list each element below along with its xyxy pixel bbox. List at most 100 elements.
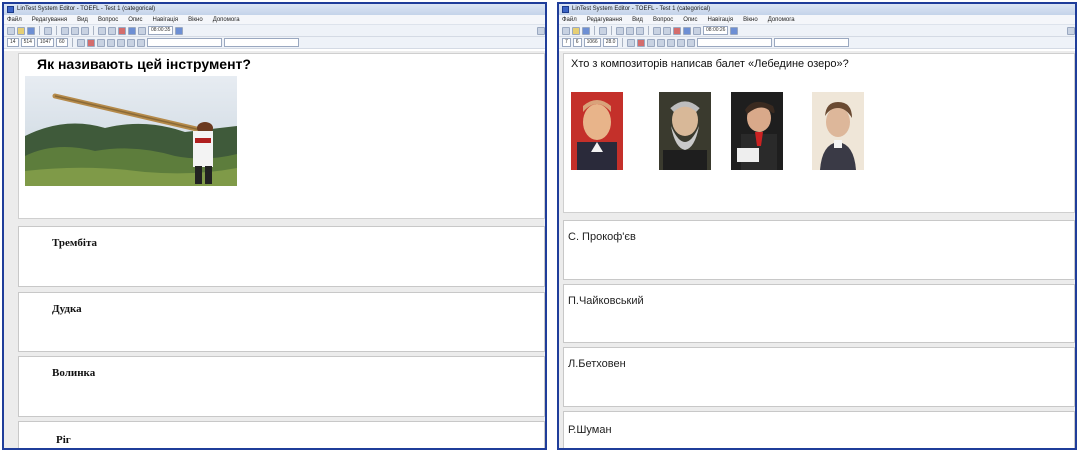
delete-icon[interactable]: [673, 26, 681, 35]
answer-option-4[interactable]: Р.Шуман: [563, 411, 1075, 448]
toolbar-separator: [93, 26, 94, 35]
search-icon[interactable]: [1067, 26, 1075, 35]
time-field[interactable]: 08:00:26: [703, 26, 729, 35]
font-select[interactable]: [223, 38, 299, 47]
grid-icon[interactable]: [116, 38, 125, 47]
align-icon[interactable]: [627, 38, 636, 47]
test-content: Хто з композиторів написав балет «Лебеди…: [559, 51, 1075, 448]
answer-option-3[interactable]: Волинка: [18, 356, 545, 417]
width-field[interactable]: 514: [20, 38, 35, 47]
preview-icon[interactable]: [175, 26, 184, 35]
toolbar-format: 14 514 1047 60: [4, 37, 545, 49]
menu-navigation[interactable]: Навігація: [152, 15, 178, 24]
style-select[interactable]: [146, 38, 222, 47]
answer-label: Р.Шуман: [568, 424, 612, 436]
properties-icon[interactable]: [128, 26, 136, 35]
answer-label: С. Прокоф'єв: [568, 231, 636, 243]
test-content: Як називають цей інструмент? Трембіта Ду…: [4, 51, 545, 448]
table-icon[interactable]: [693, 26, 701, 35]
paste-icon[interactable]: [81, 26, 89, 35]
menu-edit[interactable]: Редагування: [587, 15, 622, 24]
redo-icon[interactable]: [106, 38, 115, 47]
answer-label: П.Чайковський: [568, 295, 644, 307]
answer-option-4[interactable]: Ріг: [18, 421, 545, 448]
new-icon[interactable]: [562, 26, 570, 35]
answer-option-1[interactable]: Трембіта: [18, 226, 545, 287]
menu-file[interactable]: Файл: [7, 15, 22, 24]
menu-help[interactable]: Допомога: [768, 15, 795, 24]
toolbar-separator: [622, 38, 624, 47]
answer-option-1[interactable]: С. Прокоф'єв: [563, 220, 1075, 280]
save-icon[interactable]: [582, 26, 590, 35]
menu-view[interactable]: Вид: [632, 15, 643, 24]
answer-option-2[interactable]: Дудка: [18, 292, 545, 352]
width-field[interactable]: 6: [572, 38, 582, 47]
preview-icon[interactable]: [730, 26, 739, 35]
zoom-field[interactable]: 60: [56, 38, 68, 47]
search-icon[interactable]: [537, 26, 545, 35]
align-icon[interactable]: [76, 38, 85, 47]
undo-icon[interactable]: [96, 38, 105, 47]
toolbar-separator: [39, 26, 40, 35]
redo-icon[interactable]: [657, 38, 666, 47]
open-icon[interactable]: [17, 26, 25, 35]
menu-help[interactable]: Допомога: [213, 15, 240, 24]
remove-icon[interactable]: [637, 38, 646, 47]
menu-file[interactable]: Файл: [562, 15, 577, 24]
menu-navigation[interactable]: Навігація: [707, 15, 733, 24]
answer-label: Трембіта: [52, 237, 98, 249]
toolbar-main: 08:00:26: [559, 25, 1075, 37]
menu-question[interactable]: Вопрос: [98, 15, 118, 24]
height-field[interactable]: 1066: [583, 38, 601, 47]
menu-description[interactable]: Опис: [683, 15, 697, 24]
close-icon[interactable]: [687, 38, 696, 47]
remove-icon[interactable]: [86, 38, 95, 47]
menu-question[interactable]: Вопрос: [653, 15, 673, 24]
table-icon[interactable]: [138, 26, 146, 35]
image-icon[interactable]: [663, 26, 671, 35]
copy-icon[interactable]: [626, 26, 634, 35]
menu-window[interactable]: Вікно: [188, 15, 203, 24]
answer-label: Дудка: [52, 303, 82, 315]
style-select[interactable]: [697, 38, 773, 47]
menu-edit[interactable]: Редагування: [32, 15, 67, 24]
delete-icon[interactable]: [118, 26, 126, 35]
zoom-field[interactable]: 28.0: [602, 38, 619, 47]
undo-icon[interactable]: [647, 38, 656, 47]
editor-window-right: LinTest System Editor - TOEFL - Test 1 (…: [557, 2, 1077, 450]
paste-icon[interactable]: [636, 26, 644, 35]
title-bar: LinTest System Editor - TOEFL - Test 1 (…: [559, 4, 1075, 15]
new-icon[interactable]: [7, 26, 15, 35]
menu-window[interactable]: Вікно: [743, 15, 758, 24]
print-icon[interactable]: [599, 26, 607, 35]
portrait-tchaikovsky: [659, 92, 711, 170]
font-select[interactable]: [774, 38, 850, 47]
save-icon[interactable]: [27, 26, 35, 35]
question-panel: Як називають цей інструмент?: [18, 53, 545, 219]
format-icon[interactable]: [98, 26, 106, 35]
trembita-photo: [25, 76, 237, 186]
close-icon[interactable]: [136, 38, 145, 47]
format-icon[interactable]: [653, 26, 661, 35]
image-icon[interactable]: [108, 26, 116, 35]
menu-view[interactable]: Вид: [77, 15, 88, 24]
cut-icon[interactable]: [616, 26, 624, 35]
font-size-field[interactable]: 7: [562, 38, 571, 47]
answer-option-3[interactable]: Л.Бетховен: [563, 347, 1075, 407]
answer-option-2[interactable]: П.Чайковський: [563, 284, 1075, 343]
cut-icon[interactable]: [61, 26, 69, 35]
toolbar-main: 08:00:35: [4, 25, 545, 37]
font-size-field[interactable]: 14: [7, 38, 19, 47]
portrait-beethoven: [731, 92, 783, 170]
copy-icon[interactable]: [71, 26, 79, 35]
time-field[interactable]: 08:00:35: [148, 26, 174, 35]
plus-icon[interactable]: [677, 38, 686, 47]
height-field[interactable]: 1047: [36, 38, 55, 47]
print-icon[interactable]: [44, 26, 52, 35]
properties-icon[interactable]: [683, 26, 691, 35]
plus-icon[interactable]: [126, 38, 135, 47]
menu-description[interactable]: Опис: [128, 15, 142, 24]
open-icon[interactable]: [572, 26, 580, 35]
toolbar-format: 7 6 1066 28.0: [559, 37, 1075, 49]
grid-icon[interactable]: [667, 38, 676, 47]
